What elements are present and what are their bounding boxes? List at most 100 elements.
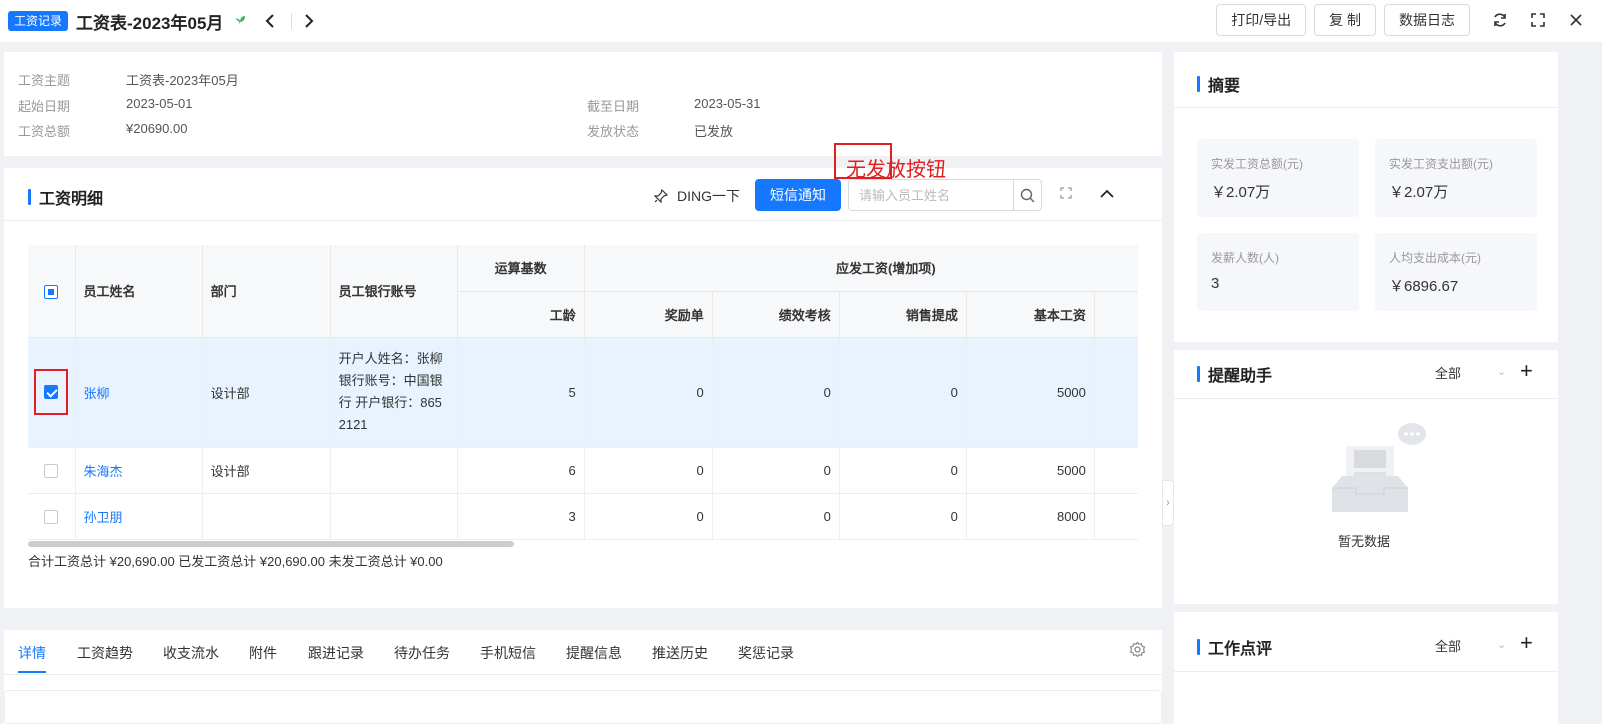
next-record-icon[interactable]: [300, 12, 318, 30]
seniority-cell: 6: [457, 447, 585, 494]
tab-attachments[interactable]: 附件: [249, 643, 277, 663]
sms-notify-button[interactable]: 短信通知: [755, 179, 841, 211]
tab-rewards[interactable]: 奖惩记录: [738, 643, 794, 663]
col-header-performance: 绩效考核: [712, 291, 840, 338]
stat-value: 3: [1211, 275, 1220, 292]
stat-total-expense: 实发工资支出额(元) ￥2.07万: [1375, 139, 1537, 217]
row-select-highlight: [34, 369, 69, 415]
active-tab-indicator: [18, 671, 46, 673]
add-review-icon[interactable]: +: [1520, 632, 1533, 654]
row-checkbox[interactable]: [44, 385, 59, 399]
seniority-cell: 5: [457, 337, 585, 448]
gear-icon[interactable]: [1129, 641, 1146, 661]
stat-avg-cost: 人均支出成本(元) ￥6896.67: [1375, 233, 1537, 311]
row-checkbox[interactable]: [44, 463, 59, 478]
tab-details[interactable]: 详情: [18, 643, 46, 663]
tab-follow-up[interactable]: 跟进记录: [308, 643, 364, 663]
copy-button[interactable]: 复 制: [1314, 4, 1376, 36]
chevron-down-icon[interactable]: ⌄: [1497, 365, 1506, 378]
basic-salary-cell: 8000: [966, 493, 1095, 540]
divider: [4, 674, 1162, 675]
divider: [4, 220, 1162, 221]
tab-todo[interactable]: 待办任务: [394, 643, 450, 663]
bank-line: 开户人姓名：张柳: [338, 351, 443, 366]
col-header-more: [1094, 291, 1138, 338]
stat-value: ￥2.07万: [1389, 184, 1449, 201]
reminder-title: 提醒助手: [1197, 362, 1272, 386]
row-select-cell: [28, 493, 76, 540]
ding-label: DING一下: [677, 188, 740, 204]
performance-cell: 0: [712, 337, 840, 448]
print-export-button[interactable]: 打印/导出: [1216, 4, 1307, 36]
bonus-cell: 0: [584, 447, 713, 494]
title-accent-bar: [1197, 639, 1200, 655]
table-row[interactable]: 张柳 设计部 开户人姓名：张柳 银行账号：中国银 行 开户银行：865 2121…: [28, 337, 1138, 448]
employee-name-link[interactable]: 张柳: [84, 386, 110, 401]
expand-table-icon[interactable]: [1058, 185, 1074, 204]
dept-cell: 设计部: [202, 337, 331, 448]
total-value: ¥20690.00: [126, 121, 188, 136]
tab-push-history[interactable]: 推送历史: [652, 643, 708, 663]
ding-button[interactable]: DING一下: [654, 186, 740, 206]
employee-search-box: [848, 179, 1042, 211]
salary-table-wrap: 员工姓名 部门 员工银行账号 运算基数 应发工资(增加项) 工龄 奖励单 绩效考…: [28, 245, 1138, 545]
bank-cell: 开户人姓名：张柳 银行账号：中国银 行 开户银行：865 2121: [330, 337, 458, 448]
search-icon[interactable]: [1013, 180, 1041, 210]
employee-name-link[interactable]: 孙卫朋: [84, 510, 123, 525]
work-review-title: 工作点评: [1197, 635, 1272, 659]
stat-label: 人均支出成本(元): [1389, 251, 1481, 265]
table-row[interactable]: 朱海杰 设计部 6 0 0 0 5000: [28, 447, 1138, 494]
sales-cell: 0: [839, 493, 967, 540]
row-checkbox[interactable]: [44, 509, 59, 524]
stat-label: 实发工资支出额(元): [1389, 157, 1493, 171]
select-all-checkbox[interactable]: [44, 284, 59, 299]
col-header-sales: 销售提成: [839, 291, 967, 338]
pin-icon: [654, 189, 668, 203]
status-value: 已发放: [694, 124, 734, 139]
col-header-bank: 员工银行账号: [330, 245, 458, 338]
tab-salary-trend[interactable]: 工资趋势: [77, 643, 133, 663]
fullscreen-icon[interactable]: [1522, 4, 1554, 36]
divider: [1174, 107, 1558, 108]
divider: [291, 13, 293, 29]
bonus-cell: 0: [584, 337, 713, 448]
stat-label: 发薪人数(人): [1211, 251, 1279, 265]
data-log-button[interactable]: 数据日志: [1384, 4, 1470, 36]
tab-reminders[interactable]: 提醒信息: [566, 643, 622, 663]
stat-value: ￥2.07万: [1211, 184, 1271, 201]
employee-name-link[interactable]: 朱海杰: [84, 464, 123, 479]
table-horizontal-scrollbar[interactable]: [28, 541, 514, 547]
sidebar-toggle-icon[interactable]: ›: [1162, 480, 1174, 526]
col-group-base: 运算基数: [457, 245, 585, 292]
empty-text: 暂无数据: [1338, 534, 1391, 549]
table-row[interactable]: 孙卫朋 3 0 0 0 8000: [28, 493, 1138, 540]
record-type-badge: 工资记录: [8, 11, 69, 31]
chevron-down-icon[interactable]: ⌄: [1497, 638, 1506, 651]
status-label: 发放状态: [587, 124, 640, 139]
employee-search-input[interactable]: [849, 180, 1013, 210]
title-accent-bar: [1197, 76, 1200, 92]
subject-label: 工资主题: [18, 73, 71, 88]
add-reminder-icon[interactable]: +: [1520, 360, 1533, 382]
dept-cell: 设计部: [202, 447, 331, 494]
tab-cash-flow[interactable]: 收支流水: [163, 643, 219, 663]
close-icon[interactable]: [1560, 4, 1592, 36]
start-date-value: 2023-05-01: [126, 96, 193, 111]
basic-info-panel: [4, 690, 1162, 724]
work-review-title-text: 工作点评: [1208, 641, 1273, 658]
seniority-cell: 3: [457, 493, 585, 540]
col-header-seniority: 工龄: [457, 291, 585, 338]
divider: [1174, 671, 1558, 672]
prev-record-icon[interactable]: [261, 12, 279, 30]
detail-section-title: 工资明细: [28, 185, 103, 209]
select-all-cell: [28, 245, 76, 338]
performance-cell: 0: [712, 447, 840, 494]
refresh-icon[interactable]: [1484, 4, 1516, 36]
tab-mobile-sms[interactable]: 手机短信: [480, 643, 536, 663]
bonus-cell: 0: [584, 493, 713, 540]
page-title: 工资表-2023年05月: [76, 13, 224, 33]
reminder-filter-select[interactable]: 全部: [1435, 363, 1461, 382]
review-filter-select[interactable]: 全部: [1435, 636, 1461, 655]
title-accent-bar: [1197, 366, 1200, 382]
collapse-section-icon[interactable]: [1098, 185, 1116, 206]
